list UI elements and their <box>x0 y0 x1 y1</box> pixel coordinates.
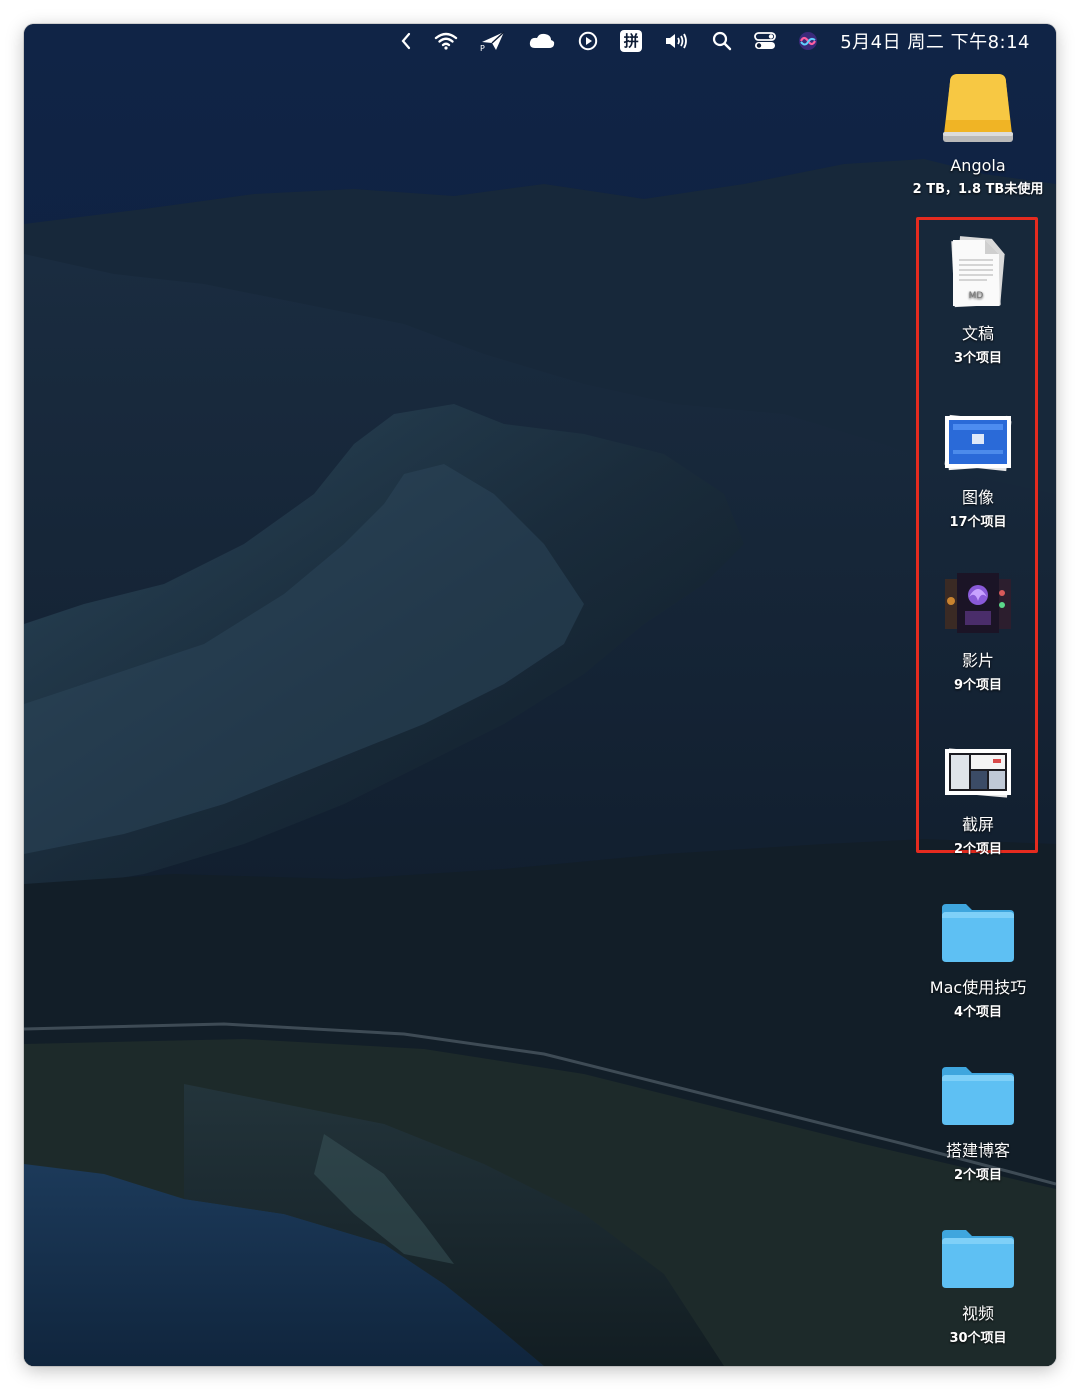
desktop-folder-blog[interactable]: 搭建博客 2个项目 <box>908 1047 1048 1183</box>
drive-name: Angola <box>950 156 1006 175</box>
folder-icon <box>908 884 1048 964</box>
siri-icon[interactable] <box>798 24 818 58</box>
stack-name-documents: 文稿 <box>961 324 994 343</box>
image-stack-icon <box>908 394 1048 474</box>
folder-count-videos: 30个项目 <box>949 1331 1007 1346</box>
document-badge: MD <box>969 291 984 301</box>
stack-name-images: 图像 <box>961 488 994 507</box>
folder-name-videos: 视频 <box>961 1304 994 1323</box>
desktop-folder-videos[interactable]: 视频 30个项目 <box>908 1210 1048 1346</box>
folder-count-mac-tips: 4个项目 <box>953 1005 1003 1020</box>
movie-stack-icon <box>908 557 1048 637</box>
stack-count-screenshots: 2个项目 <box>953 842 1003 857</box>
stack-name-movies: 影片 <box>961 651 994 670</box>
input-method-icon[interactable]: 拼 <box>620 24 643 58</box>
stack-count-images: 17个项目 <box>949 515 1007 530</box>
desktop-screen: P 拼 5月4日 周二 下午8:14 Angola 2 TB，1.8 TB未使用… <box>24 24 1056 1366</box>
document-stack-icon: MD <box>908 230 1048 310</box>
play-circle-icon[interactable] <box>578 24 598 58</box>
menu-bar-clock[interactable]: 5月4日 周二 下午8:14 <box>840 28 1030 54</box>
wifi-icon[interactable] <box>434 24 458 58</box>
folder-count-blog: 2个项目 <box>953 1168 1003 1183</box>
folder-name-mac-tips: Mac使用技巧 <box>929 978 1027 997</box>
desktop-stack-images[interactable]: 图像 17个项目 <box>908 394 1048 530</box>
desktop-folder-mac-tips[interactable]: Mac使用技巧 4个项目 <box>908 884 1048 1020</box>
volume-icon[interactable] <box>664 24 690 58</box>
cloud-icon[interactable] <box>528 24 556 58</box>
external-drive-icon <box>908 66 1048 146</box>
drive-capacity: 2 TB，1.8 TB未使用 <box>912 182 1044 197</box>
stack-name-screenshots: 截屏 <box>961 815 994 834</box>
input-method-label: 拼 <box>620 30 643 52</box>
stack-count-movies: 9个项目 <box>953 678 1003 693</box>
desktop-stack-documents[interactable]: MD 文稿 3个项目 <box>908 230 1048 366</box>
folder-name-blog: 搭建博客 <box>945 1141 1010 1160</box>
paper-plane-icon[interactable]: P <box>480 24 506 58</box>
folder-icon <box>908 1047 1048 1127</box>
control-center-icon[interactable] <box>754 24 777 58</box>
screenshot-stack-icon <box>908 721 1048 801</box>
desktop-wallpaper <box>24 24 1056 1366</box>
search-icon[interactable] <box>712 24 732 58</box>
desktop-drive-angola[interactable]: Angola 2 TB，1.8 TB未使用 <box>908 66 1048 197</box>
stack-count-documents: 3个项目 <box>953 351 1003 366</box>
desktop-stack-movies[interactable]: 影片 9个项目 <box>908 557 1048 693</box>
chevron-left-icon[interactable] <box>400 24 412 58</box>
svg-text:P: P <box>480 44 485 52</box>
folder-icon <box>908 1210 1048 1290</box>
desktop-stack-screenshots[interactable]: 截屏 2个项目 <box>908 721 1048 857</box>
menu-bar: P 拼 5月4日 周二 下午8:14 <box>24 24 1056 58</box>
